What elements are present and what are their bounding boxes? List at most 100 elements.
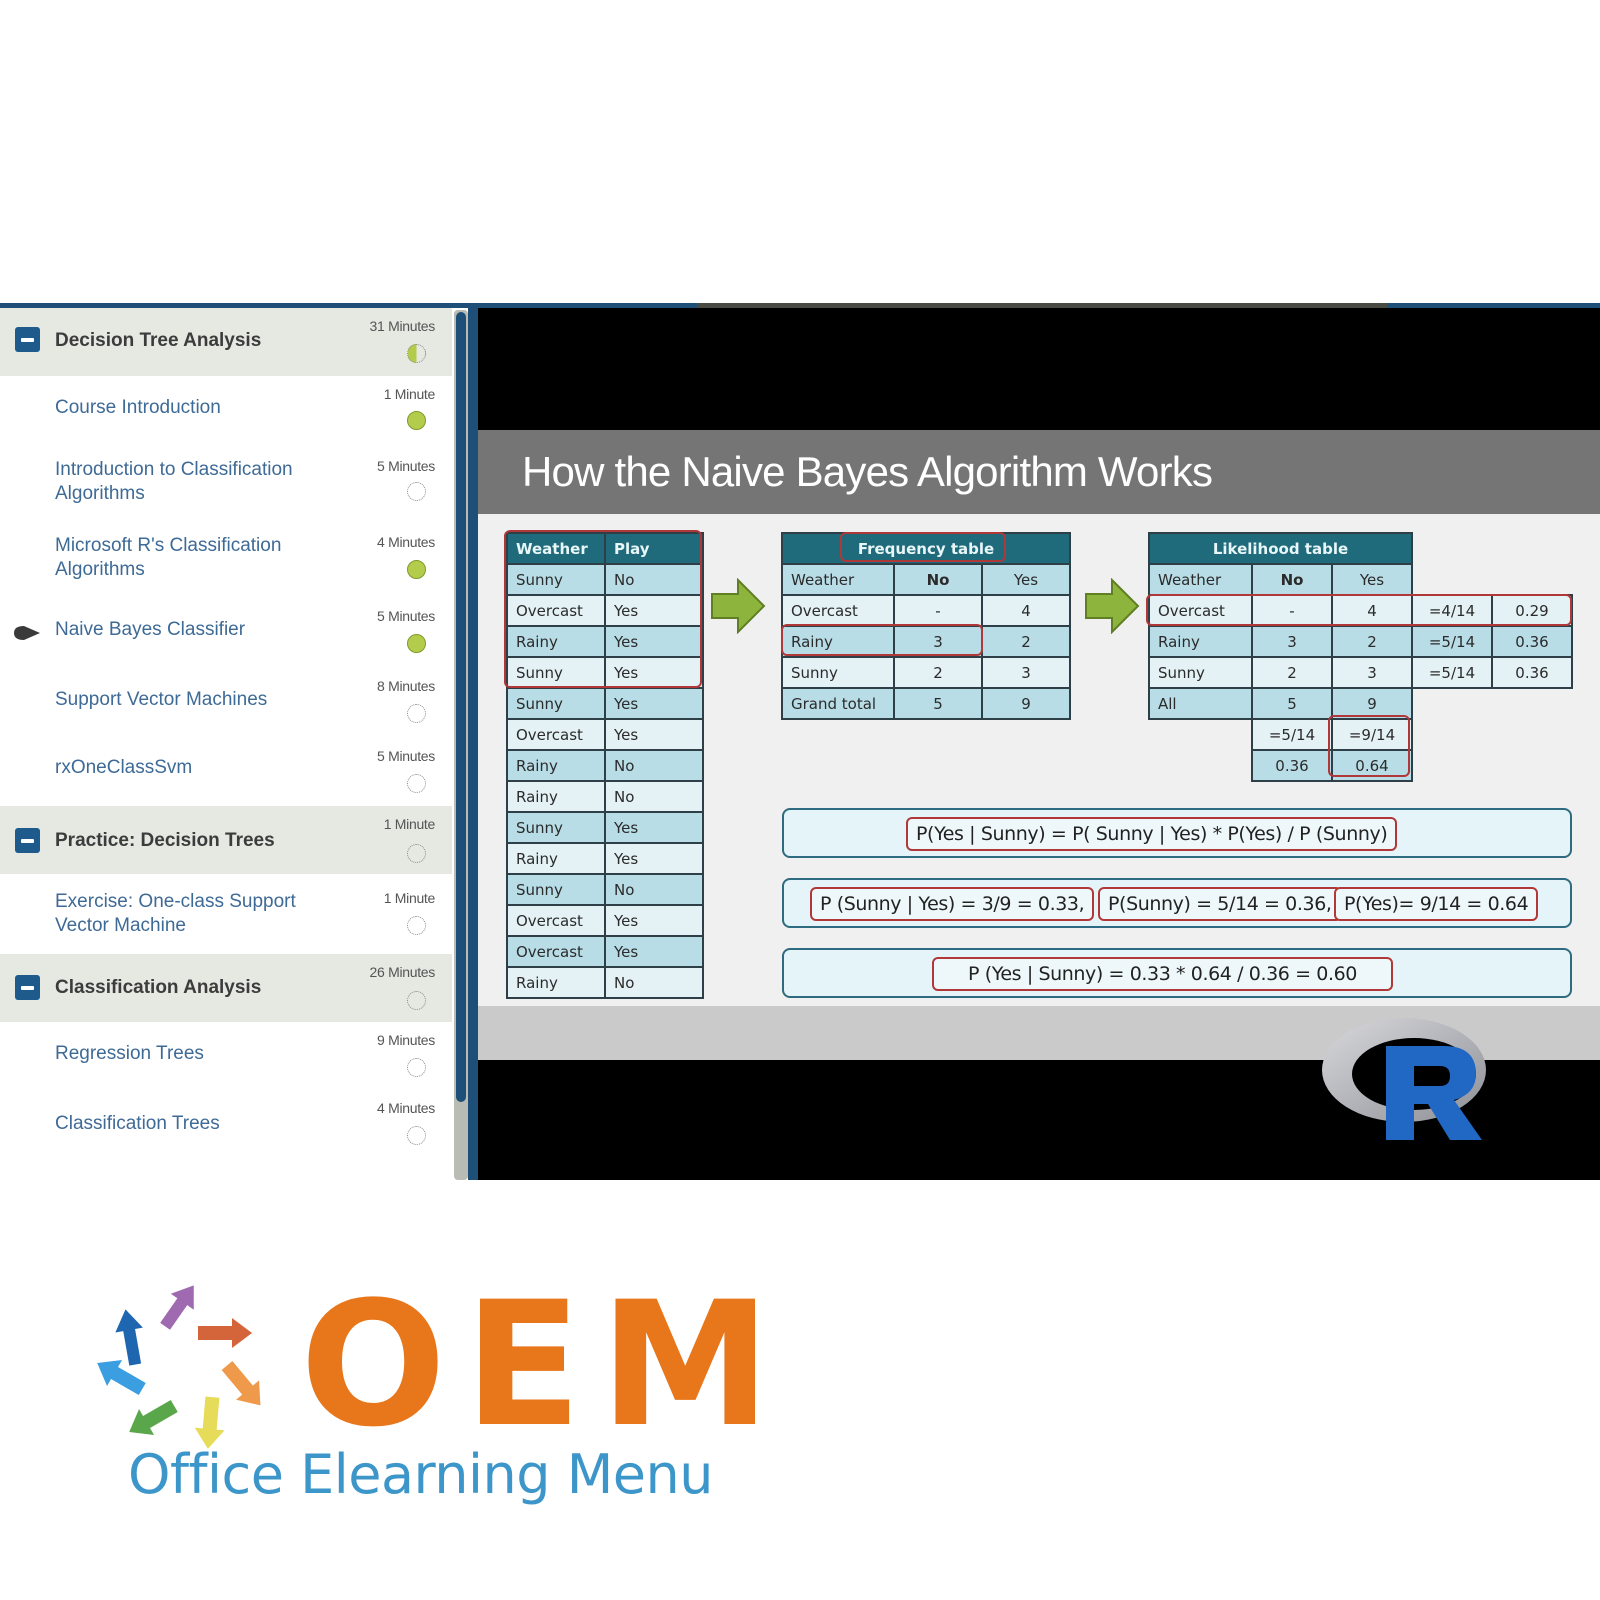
table-cell: Grand total	[781, 687, 895, 720]
table-cell: No	[604, 749, 704, 782]
collapse-icon[interactable]	[15, 975, 40, 1000]
table-cell: Yes	[604, 935, 704, 968]
table-row: Rainy Yes	[506, 842, 704, 875]
table-row: Overcast Yes	[506, 935, 704, 968]
section-classification-analysis[interactable]: Classification Analysis 26 Minutes	[0, 954, 452, 1022]
table-cell: Yes	[604, 625, 704, 658]
table-cell: No	[893, 563, 983, 596]
lesson-item[interactable]: Classification Trees 4 Minutes	[0, 1092, 452, 1162]
course-outline-sidebar: Decision Tree Analysis 31 Minutes Course…	[0, 308, 452, 1180]
table-cell: 2	[1251, 656, 1333, 689]
lesson-duration: 8 Minutes	[377, 678, 435, 694]
sidebar-scrollbar-thumb[interactable]	[456, 312, 466, 1102]
table-header-row: Weather No Yes	[1148, 563, 1572, 596]
lesson-title[interactable]: Regression Trees	[55, 1042, 325, 1066]
lesson-duration: 4 Minutes	[377, 534, 435, 550]
lesson-item[interactable]: Microsoft R's Classification Algorithms …	[0, 522, 452, 598]
complete-status-icon	[407, 411, 426, 430]
table-cell: 2	[1331, 625, 1413, 658]
lesson-title[interactable]: Naive Bayes Classifier	[55, 618, 325, 642]
table-row: Rainy 3 2	[781, 625, 1071, 658]
table-cell: 0.36	[1491, 625, 1573, 658]
lesson-item[interactable]: Course Introduction 1 Minute	[0, 376, 452, 446]
table-header-row: Weather No Yes	[781, 563, 1071, 596]
lesson-item[interactable]: Support Vector Machines 8 Minutes	[0, 668, 452, 738]
lesson-title[interactable]: Introduction to Classification Algorithm…	[55, 458, 325, 506]
table-row: All 5 9	[1148, 687, 1572, 720]
table-cell: Rainy	[506, 749, 606, 782]
table-cell: No	[1251, 563, 1333, 596]
table-cell: Yes	[604, 656, 704, 689]
table-cell: 4	[1331, 594, 1413, 627]
formula-term: P(Yes)= 9/14 = 0.64	[1334, 887, 1539, 921]
lesson-item-current[interactable]: Naive Bayes Classifier 5 Minutes	[0, 598, 452, 668]
table-title: Likelihood table	[1148, 532, 1413, 565]
table-cell: 2	[893, 656, 983, 689]
table-cell: 9	[981, 687, 1071, 720]
player-frame-edge	[468, 308, 478, 1180]
arrow-right-icon	[711, 578, 766, 634]
formula-term: P (Sunny | Yes) = 3/9 = 0.33,	[810, 887, 1095, 921]
lesson-item[interactable]: Exercise: One-class Support Vector Machi…	[0, 874, 452, 954]
table-row: Sunny Yes	[506, 687, 704, 720]
lesson-item[interactable]: Regression Trees 9 Minutes	[0, 1022, 452, 1092]
section-decision-tree-analysis[interactable]: Decision Tree Analysis 31 Minutes	[0, 308, 452, 376]
formula-bayes-rule: P(Yes | Sunny) = P( Sunny | Yes) * P(Yes…	[782, 808, 1572, 858]
column-header: Weather	[506, 532, 606, 565]
table-cell: -	[893, 594, 983, 627]
table-row: Rainy 3 2 =5/14 0.36	[1148, 625, 1573, 658]
section-duration: 26 Minutes	[369, 964, 436, 980]
table-cell: =5/14	[1411, 656, 1493, 689]
table-row: Rainy No	[506, 966, 704, 999]
column-header: Play	[604, 532, 704, 565]
formula-terms: P (Sunny | Yes) = 3/9 = 0.33, P(Sunny) =…	[782, 878, 1572, 928]
current-lesson-marker-icon	[14, 626, 40, 640]
oem-logo: OEM Office Elearning Menu	[80, 1275, 771, 1535]
table-cell: 3	[981, 656, 1071, 689]
table-cell: No	[604, 780, 704, 813]
slide: How the Naive Bayes Algorithm Works Weat…	[478, 430, 1600, 1060]
lesson-duration: 5 Minutes	[377, 748, 435, 764]
table-cell: Overcast	[506, 904, 606, 937]
table-cell: Sunny	[506, 563, 606, 596]
partial-progress-icon	[407, 344, 426, 363]
section-practice-decision-trees[interactable]: Practice: Decision Trees 1 Minute	[0, 806, 452, 874]
table-cell: Yes	[604, 718, 704, 751]
lesson-title[interactable]: Support Vector Machines	[55, 688, 325, 712]
lesson-title[interactable]: Classification Trees	[55, 1112, 325, 1136]
not-started-status-icon	[407, 704, 426, 723]
slide-title: How the Naive Bayes Algorithm Works	[522, 448, 1213, 495]
lesson-duration: 5 Minutes	[377, 608, 435, 624]
not-started-status-icon	[407, 482, 426, 501]
table-row: Rainy No	[506, 749, 704, 782]
likelihood-table: Likelihood table Weather No Yes Overcast -4 =…	[1148, 532, 1573, 782]
table-cell: Yes	[604, 842, 704, 875]
collapse-icon[interactable]	[15, 828, 40, 853]
table-row: Overcast -4	[781, 594, 1071, 627]
lesson-title[interactable]: Microsoft R's Classification Algorithms	[55, 534, 325, 582]
section-duration: 1 Minute	[383, 816, 436, 832]
table-row: Sunny 2 3 =5/14 0.36	[1148, 656, 1573, 689]
slide-title-bar: How the Naive Bayes Algorithm Works	[478, 430, 1600, 514]
video-player[interactable]: How the Naive Bayes Algorithm Works Weat…	[478, 308, 1600, 1180]
lesson-title[interactable]: Exercise: One-class Support Vector Machi…	[55, 890, 325, 938]
table-title: Frequency table	[781, 532, 1071, 565]
lesson-title[interactable]: Course Introduction	[55, 396, 325, 420]
lesson-duration: 1 Minute	[383, 386, 436, 402]
section-title: Classification Analysis	[55, 977, 262, 998]
lesson-item[interactable]: rxOneClassSvm 5 Minutes	[0, 738, 452, 806]
table-row: Grand total 5 9	[781, 687, 1071, 720]
weather-play-table: Weather Play Sunny No Overcast Yes Rainy Yes S…	[506, 532, 704, 999]
lesson-title[interactable]: rxOneClassSvm	[55, 756, 325, 780]
section-title: Practice: Decision Trees	[55, 830, 275, 851]
table-cell: 9	[1331, 687, 1413, 720]
collapse-icon[interactable]	[15, 327, 40, 352]
table-cell: Rainy	[506, 625, 606, 658]
not-started-status-icon	[407, 844, 426, 863]
lesson-item[interactable]: Introduction to Classification Algorithm…	[0, 446, 452, 522]
table-cell: Sunny	[506, 687, 606, 720]
table-cell: 2	[981, 625, 1071, 658]
complete-status-icon	[407, 560, 426, 579]
table-cell: Rainy	[506, 780, 606, 813]
not-started-status-icon	[407, 1126, 426, 1145]
